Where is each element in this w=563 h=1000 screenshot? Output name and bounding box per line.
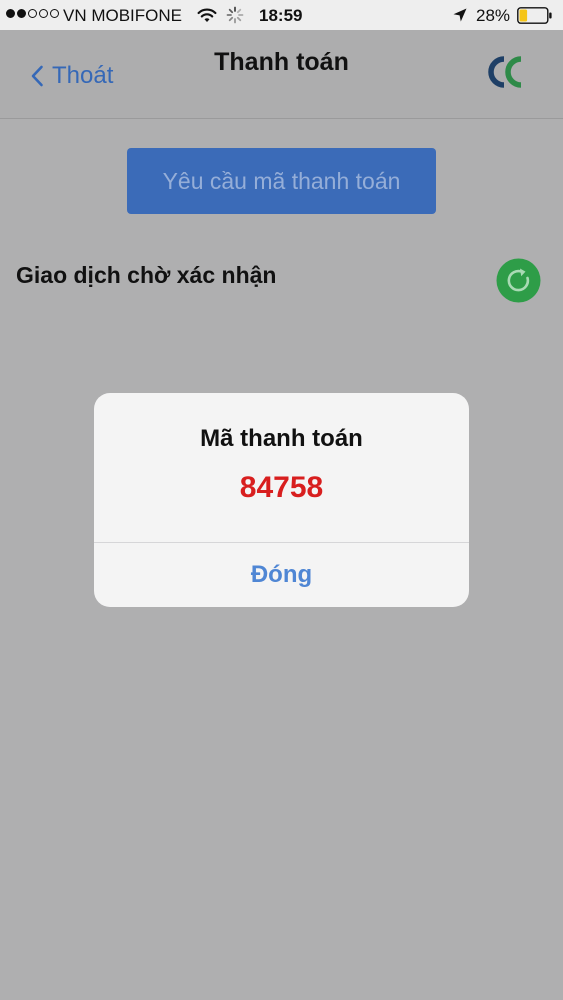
- battery-icon: [517, 7, 552, 24]
- refresh-icon[interactable]: [496, 258, 541, 303]
- dialog-title: Mã thanh toán: [200, 425, 363, 452]
- request-payment-code-button[interactable]: Yêu cầu mã thanh toán: [127, 148, 436, 214]
- status-bar: VN MOBIFONE 18:59 28%: [0, 0, 563, 30]
- close-button[interactable]: Đóng: [94, 543, 469, 607]
- battery-percent: 28%: [476, 6, 511, 25]
- pending-transactions-label: Giao dịch chờ xác nhận: [16, 262, 277, 288]
- payment-code-dialog: Mã thanh toán 84758 Đóng: [94, 393, 469, 607]
- cc-logo-icon: [488, 56, 522, 88]
- signal-dot: [6, 9, 15, 18]
- activity-spinner-icon: [226, 6, 244, 24]
- payment-screen: VN MOBIFONE 18:59 28% Thoát Thanh toán Y…: [0, 0, 563, 1000]
- page-title: Thanh toán: [214, 48, 349, 76]
- signal-dot: [50, 9, 59, 18]
- wifi-icon: [197, 8, 217, 22]
- signal-dot: [17, 9, 26, 18]
- status-time: 18:59: [259, 6, 303, 25]
- navigation-bar: Thoát Thanh toán: [0, 30, 563, 119]
- signal-dot: [28, 9, 37, 18]
- signal-dots-icon: [6, 9, 59, 18]
- payment-code-value: 84758: [239, 471, 324, 504]
- signal-dot: [39, 9, 48, 18]
- location-arrow-icon: [453, 8, 467, 22]
- carrier-name: VN MOBIFONE: [63, 6, 183, 25]
